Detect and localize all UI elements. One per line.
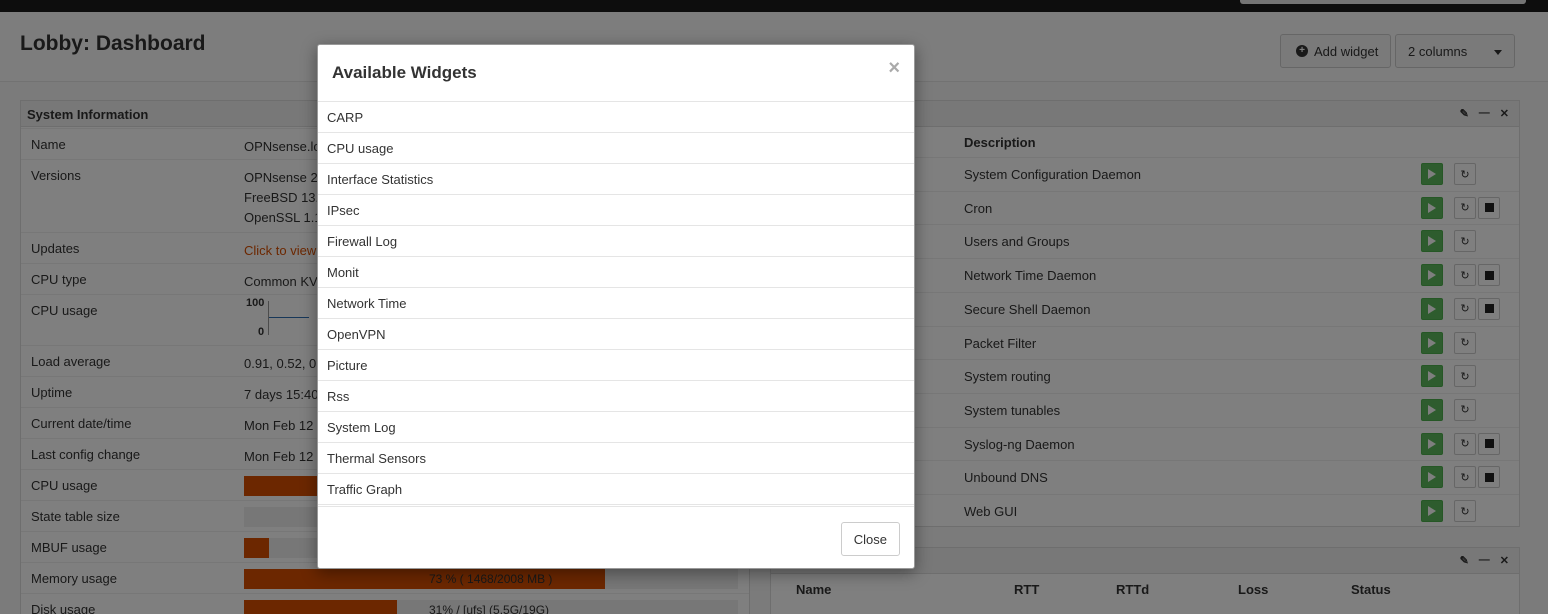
widget-list-item[interactable]: Monit — [318, 257, 914, 288]
widget-list-item[interactable]: Picture — [318, 350, 914, 381]
modal-footer: Close — [318, 506, 914, 568]
widget-list-item[interactable]: CARP — [318, 102, 914, 133]
widget-list-item[interactable]: IPsec — [318, 195, 914, 226]
widget-list-item[interactable]: Traffic Graph — [318, 474, 914, 505]
widget-list: CARP CPU usage Interface Statistics IPsec Fi… — [318, 102, 914, 505]
widget-list-item[interactable]: OpenVPN — [318, 319, 914, 350]
widget-list-item[interactable]: Firewall Log — [318, 226, 914, 257]
widget-list-item[interactable]: Thermal Sensors — [318, 443, 914, 474]
widget-list-item[interactable]: Interface Statistics — [318, 164, 914, 195]
modal-title: Available Widgets — [332, 63, 477, 82]
widget-list-item[interactable]: System Log — [318, 412, 914, 443]
widget-list-item[interactable]: Rss — [318, 381, 914, 412]
widget-list-item[interactable]: Network Time — [318, 288, 914, 319]
close-button[interactable]: Close — [840, 522, 900, 556]
available-widgets-modal: Available Widgets × CARP CPU usage Interfa… — [317, 44, 915, 569]
modal-header: Available Widgets × — [318, 45, 914, 102]
close-icon[interactable]: × — [888, 57, 900, 80]
widget-list-item[interactable]: CPU usage — [318, 133, 914, 164]
